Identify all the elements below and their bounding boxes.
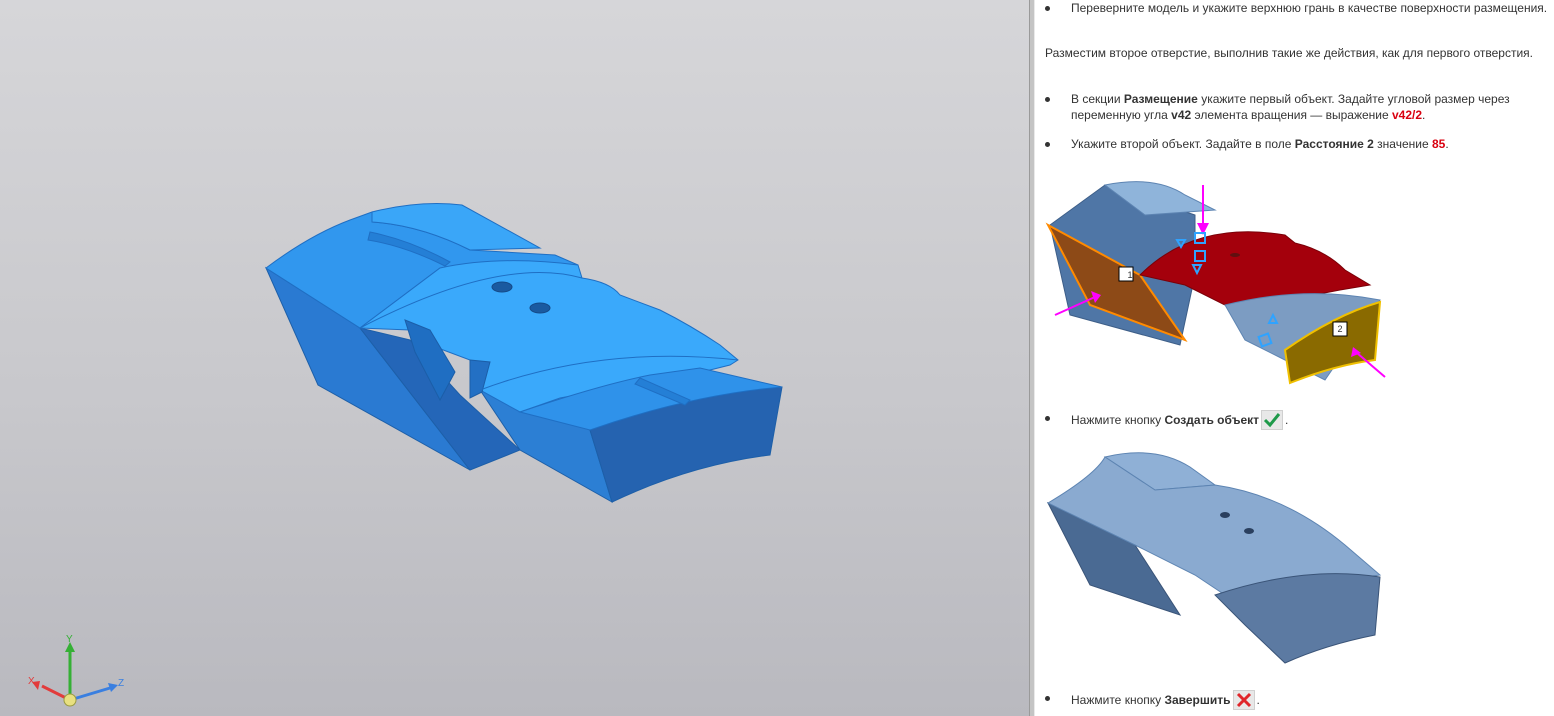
model-hole-1[interactable] [491,281,513,293]
value-expression: v42/2 [1392,108,1423,122]
text-part: . [1285,413,1289,427]
model-hole-2[interactable] [529,302,551,314]
axis-y-label: Y [66,634,73,645]
text-part: . [1422,108,1426,122]
help-para-second-hole: Разместим второе отверстие, выполнив так… [1045,45,1545,61]
illustration-result [1046,452,1382,664]
text-part: . [1445,137,1449,151]
callout-2: 2 [1337,324,1343,334]
checkmark-icon [1261,410,1284,430]
help-item-flip-text: Переверните модель и укажите верхнюю гра… [1071,1,1548,15]
callout-1: 1 [1127,270,1133,280]
help-item-create: Нажмите кнопку Создать объект. [1045,410,1551,430]
keyword-variable: v42 [1171,108,1192,122]
text-part: элемента вращения — выражение [1191,108,1392,122]
help-item-finish: Нажмите кнопку Завершить. [1045,690,1551,710]
keyword-finish: Завершить [1164,693,1231,707]
help-item-flip-model: Переверните модель и укажите верхнюю гра… [1045,0,1551,16]
help-panel[interactable]: Переверните модель и укажите верхнюю гра… [1035,0,1554,716]
axis-x-label: X [28,676,35,687]
text-part: значение [1373,137,1432,151]
axis-triad-graphic [32,642,118,707]
illustration-selection [1045,181,1386,385]
keyword-distance: Расстояние 2 [1294,137,1374,151]
keyword-create-object: Создать объект [1164,413,1260,427]
text-part: . [1256,693,1260,707]
help-item-second-object: Укажите второй объект. Задайте в поле Ра… [1045,136,1551,152]
3d-viewport[interactable]: Y X Z [0,0,1029,716]
text-part: В секции [1071,92,1124,106]
axis-z-label: Z [118,678,125,689]
text-part: Нажмите кнопку [1071,693,1165,707]
keyword-placement: Размещение [1123,92,1198,106]
help-item-placement: В секции Размещение укажите первый объек… [1045,91,1551,123]
model-part[interactable] [0,0,1029,716]
cross-icon [1232,690,1255,710]
axis-triad[interactable]: Y X Z [26,632,136,716]
text-part: Нажмите кнопку [1071,413,1165,427]
text-part: Укажите второй объект. Задайте в поле [1071,137,1295,151]
help-para-second-hole-text: Разместим второе отверстие, выполнив так… [1045,46,1534,60]
value-distance: 85 [1431,137,1446,151]
